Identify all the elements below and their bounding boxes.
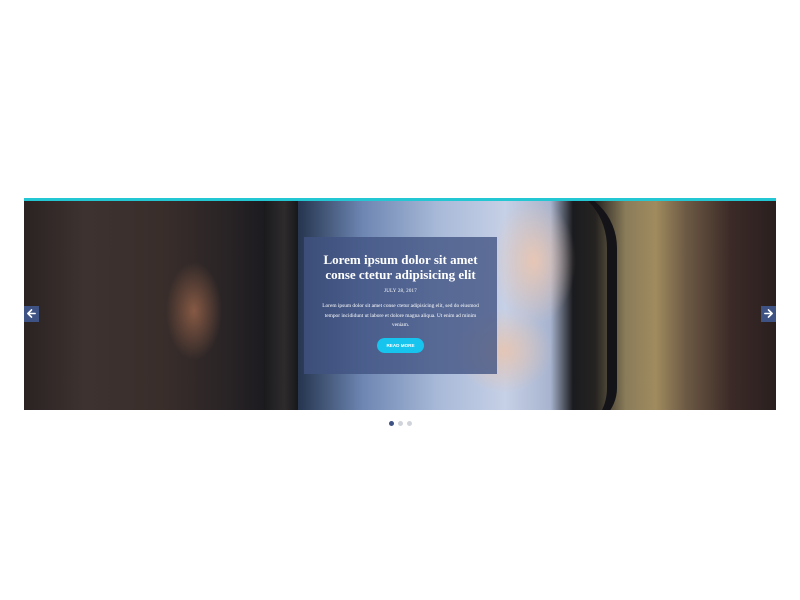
- page: Lorem ipsum dolor sit amet conse ctetur …: [0, 0, 800, 600]
- arrow-right-icon: [761, 309, 776, 318]
- read-more-button[interactable]: READ MORE: [377, 337, 424, 353]
- slider-next-button[interactable]: [761, 306, 776, 322]
- slide-date: JULY 28, 2017: [384, 289, 417, 294]
- hero-slider: Lorem ipsum dolor sit amet conse ctetur …: [24, 198, 776, 410]
- slide-description: Lorem ipsum dolor sit amet conse ctetur …: [322, 303, 479, 328]
- car-door-frame: [264, 198, 298, 410]
- slider-accent-bar: [24, 198, 776, 201]
- pagination-dot[interactable]: [407, 421, 412, 426]
- slider-prev-button[interactable]: [24, 306, 39, 322]
- pagination-dot[interactable]: [398, 421, 403, 426]
- pagination-dot[interactable]: [389, 421, 394, 426]
- slide-title: Lorem ipsum dolor sit amet conse ctetur …: [323, 252, 478, 282]
- slide-caption-box: Lorem ipsum dolor sit amet conse ctetur …: [304, 237, 497, 374]
- side-mirror-frame: [529, 198, 617, 410]
- arrow-left-icon: [24, 309, 39, 318]
- slider-pagination: [389, 421, 412, 426]
